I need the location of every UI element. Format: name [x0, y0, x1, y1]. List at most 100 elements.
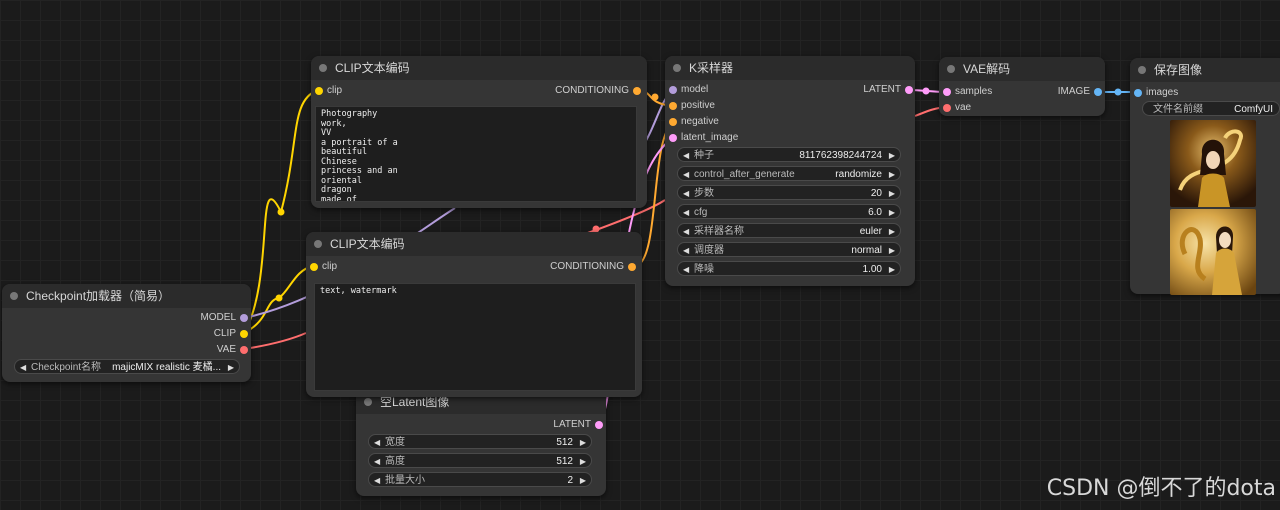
widget-width[interactable]: ◀ 宽度 512 ▶: [368, 434, 592, 449]
widget-batch-size[interactable]: ◀ 批量大小 2 ▶: [368, 472, 592, 487]
output-image-preview[interactable]: [1170, 209, 1256, 295]
decrement-arrow-icon[interactable]: ◀: [374, 435, 380, 450]
clip-text-encode-node-negative[interactable]: CLIP文本编码 clip CONDITIONING text, waterma…: [306, 232, 642, 397]
collapse-dot-icon[interactable]: [314, 240, 322, 248]
node-title-bar[interactable]: K采样器: [665, 56, 915, 80]
output-image-preview[interactable]: [1170, 120, 1256, 207]
output-pin[interactable]: [240, 314, 248, 322]
decrement-arrow-icon[interactable]: ◀: [683, 148, 689, 163]
slot-label: clip: [322, 261, 338, 272]
widget-filename-prefix[interactable]: 文件名前缀 ComfyUI: [1142, 101, 1280, 116]
input-pin[interactable]: [1134, 89, 1142, 97]
node-graph-canvas[interactable]: CLIP文本编码 clip CONDITIONING Photography w…: [0, 0, 1280, 510]
collapse-dot-icon[interactable]: [364, 398, 372, 406]
widget-label: cfg: [694, 207, 708, 218]
node-title: CLIP文本编码: [330, 237, 405, 251]
vae-decode-node[interactable]: VAE解码 samples vae IMAGE: [939, 57, 1105, 116]
input-pin[interactable]: [669, 102, 677, 110]
node-title: K采样器: [689, 61, 734, 75]
prompt-textarea[interactable]: text, watermark: [314, 283, 636, 391]
widget-seed[interactable]: ◀ 种子 811762398244724 ▶: [677, 147, 901, 162]
clip-text-encode-node-positive[interactable]: CLIP文本编码 clip CONDITIONING Photography w…: [311, 56, 647, 208]
input-pin[interactable]: [943, 88, 951, 96]
decrement-arrow-icon[interactable]: ◀: [374, 454, 380, 469]
widget-cfg[interactable]: ◀ cfg 6.0 ▶: [677, 204, 901, 219]
widget-scheduler[interactable]: ◀ 调度器 normal ▶: [677, 242, 901, 257]
widget-value: 1.00: [862, 264, 882, 275]
widget-label: 高度: [385, 456, 405, 467]
checkpoint-loader-node[interactable]: Checkpoint加载器（简易） MODEL CLIP VAE ◀ Check…: [2, 284, 251, 382]
save-image-node[interactable]: 保存图像 images 文件名前缀 ComfyUI: [1130, 58, 1280, 295]
widget-label: 采样器名称: [694, 226, 744, 237]
slot-label: clip: [327, 85, 343, 96]
widget-sampler-name[interactable]: ◀ 采样器名称 euler ▶: [677, 223, 901, 238]
increment-arrow-icon[interactable]: ▶: [889, 186, 895, 201]
widget-value: 20: [870, 188, 882, 199]
input-pin[interactable]: [315, 87, 323, 95]
output-pin[interactable]: [240, 346, 248, 354]
slot-label: images: [1146, 87, 1179, 98]
output-pin[interactable]: [595, 421, 603, 429]
increment-arrow-icon[interactable]: ▶: [889, 243, 895, 258]
slot-label: positive: [681, 100, 715, 111]
decrement-arrow-icon[interactable]: ◀: [683, 205, 689, 220]
output-pin[interactable]: [905, 86, 913, 94]
ksampler-node[interactable]: K采样器 model positive negative latent_imag…: [665, 56, 915, 286]
output-pin[interactable]: [628, 263, 636, 271]
decrement-arrow-icon[interactable]: ◀: [20, 360, 26, 375]
widget-label: 文件名前缀: [1153, 104, 1203, 115]
link-clip-to-bottom-encoder: [243, 265, 314, 334]
link-reroute-dot: [277, 208, 285, 216]
slot-label: MODEL: [200, 312, 236, 323]
decrement-arrow-icon[interactable]: ◀: [683, 186, 689, 201]
collapse-dot-icon[interactable]: [10, 292, 18, 300]
collapse-dot-icon[interactable]: [947, 65, 955, 73]
input-pin[interactable]: [669, 118, 677, 126]
increment-arrow-icon[interactable]: ▶: [580, 473, 586, 488]
input-pin[interactable]: [310, 263, 318, 271]
widget-control-after-generate[interactable]: ◀ control_after_generate randomize ▶: [677, 166, 901, 181]
watermark-text: CSDN @倒不了的dota: [1046, 476, 1276, 501]
increment-arrow-icon[interactable]: ▶: [889, 205, 895, 220]
empty-latent-image-node[interactable]: 空Latent图像 LATENT ◀ 宽度 512 ▶ ◀ 高度 512 ▶ ◀…: [356, 390, 606, 496]
output-pin[interactable]: [633, 87, 641, 95]
node-title-bar[interactable]: Checkpoint加载器（简易）: [2, 284, 251, 308]
output-pin[interactable]: [1094, 88, 1102, 96]
widget-checkpoint-name[interactable]: ◀ Checkpoint名称 majicMIX realistic 麦橘... …: [14, 359, 240, 374]
widget-label: Checkpoint名称: [31, 362, 102, 373]
increment-arrow-icon[interactable]: ▶: [889, 224, 895, 239]
input-pin[interactable]: [943, 104, 951, 112]
widget-label: 批量大小: [385, 475, 425, 486]
increment-arrow-icon[interactable]: ▶: [580, 454, 586, 469]
decrement-arrow-icon[interactable]: ◀: [683, 224, 689, 239]
decrement-arrow-icon[interactable]: ◀: [683, 167, 689, 182]
increment-arrow-icon[interactable]: ▶: [228, 360, 234, 375]
input-pin[interactable]: [669, 134, 677, 142]
widget-label: 步数: [694, 188, 714, 199]
decrement-arrow-icon[interactable]: ◀: [683, 243, 689, 258]
node-title: 保存图像: [1154, 63, 1203, 77]
increment-arrow-icon[interactable]: ▶: [889, 167, 895, 182]
widget-value: majicMIX realistic 麦橘...: [112, 362, 221, 373]
increment-arrow-icon[interactable]: ▶: [889, 148, 895, 163]
widget-denoise[interactable]: ◀ 降噪 1.00 ▶: [677, 261, 901, 276]
node-title-bar[interactable]: 保存图像: [1130, 58, 1280, 82]
node-title-bar[interactable]: CLIP文本编码: [311, 56, 647, 80]
increment-arrow-icon[interactable]: ▶: [580, 435, 586, 450]
node-title: VAE解码: [963, 62, 1011, 76]
dragon-figure-icon: [1178, 129, 1243, 207]
collapse-dot-icon[interactable]: [319, 64, 327, 72]
output-pin[interactable]: [240, 330, 248, 338]
widget-height[interactable]: ◀ 高度 512 ▶: [368, 453, 592, 468]
node-title: CLIP文本编码: [335, 61, 410, 75]
input-pin[interactable]: [669, 86, 677, 94]
node-title-bar[interactable]: VAE解码: [939, 57, 1105, 81]
increment-arrow-icon[interactable]: ▶: [889, 262, 895, 277]
decrement-arrow-icon[interactable]: ◀: [374, 473, 380, 488]
prompt-textarea[interactable]: Photography work, VV a portrait of a bea…: [315, 106, 637, 202]
collapse-dot-icon[interactable]: [673, 64, 681, 72]
collapse-dot-icon[interactable]: [1138, 66, 1146, 74]
node-title-bar[interactable]: CLIP文本编码: [306, 232, 642, 256]
widget-steps[interactable]: ◀ 步数 20 ▶: [677, 185, 901, 200]
decrement-arrow-icon[interactable]: ◀: [683, 262, 689, 277]
